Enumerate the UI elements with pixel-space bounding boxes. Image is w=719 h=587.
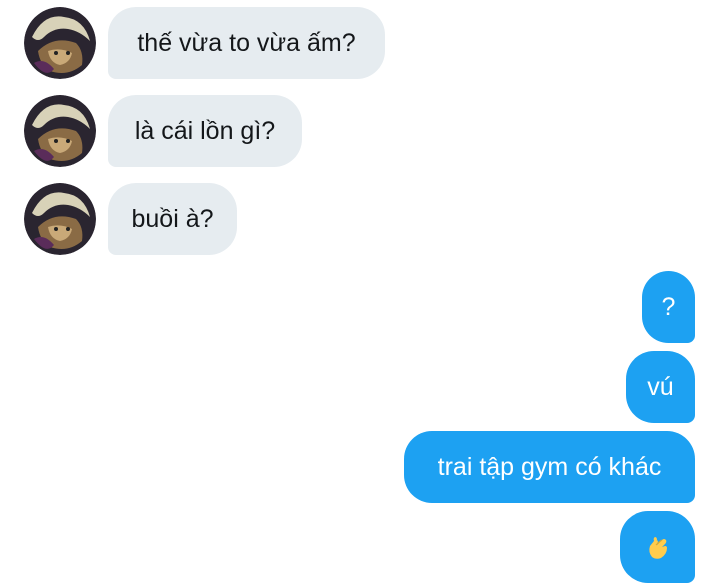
outgoing-message-bubble[interactable]: trai tập gym có khác	[404, 431, 695, 503]
incoming-message-bubble[interactable]: buồi à?	[108, 183, 237, 255]
outgoing-message-bubble[interactable]	[620, 511, 695, 583]
message-text: ?	[661, 293, 676, 321]
user-avatar-icon[interactable]	[24, 95, 96, 167]
message-text: là cái lồn gì?	[134, 117, 276, 145]
user-avatar-icon[interactable]	[24, 183, 96, 255]
user-avatar-icon[interactable]	[24, 7, 96, 79]
incoming-message-bubble[interactable]: thế vừa to vừa ấm?	[108, 7, 385, 79]
message-text: vú	[647, 373, 674, 401]
message-text: buồi à?	[131, 205, 214, 233]
finger-heart-emoji-icon	[643, 532, 673, 562]
incoming-message-bubble[interactable]: là cái lồn gì?	[108, 95, 302, 167]
message-text: thế vừa to vừa ấm?	[137, 29, 356, 57]
outgoing-message-bubble[interactable]: ?	[642, 271, 695, 343]
chat-thread: thế vừa to vừa ấm? là cái lồn gì? buồi à…	[0, 0, 719, 587]
message-text: trai tập gym có khác	[437, 453, 662, 481]
outgoing-message-bubble[interactable]: vú	[626, 351, 695, 423]
